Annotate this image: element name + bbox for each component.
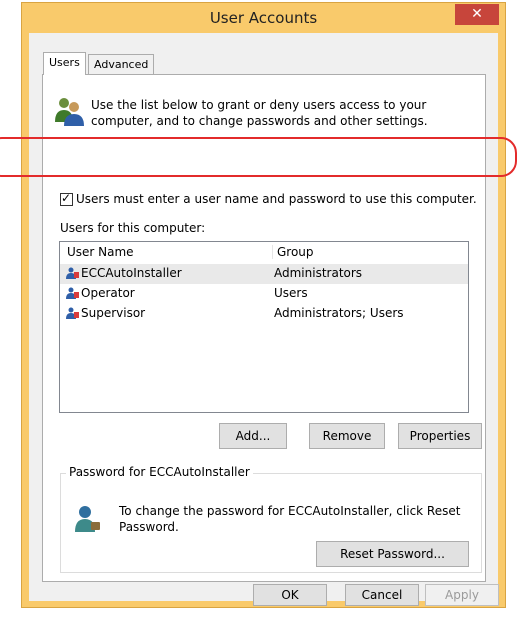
user-name-cell: Operator — [66, 286, 135, 300]
users-list-label: Users for this computer: — [60, 221, 206, 235]
list-header: User Name Group — [60, 242, 468, 264]
user-password-icon — [75, 506, 100, 532]
reset-password-button[interactable]: Reset Password... — [316, 541, 469, 567]
user-icon — [66, 287, 79, 299]
table-row[interactable]: ECCAutoInstaller Administrators — [60, 264, 468, 284]
window-title: User Accounts — [209, 9, 318, 27]
close-button[interactable]: ✕ — [455, 4, 499, 25]
users-listview[interactable]: User Name Group ECCAutoInstaller Adminis… — [59, 241, 469, 413]
dialog-client-area: Users Advanced Use the list below to gra… — [29, 33, 498, 601]
group-cell: Users — [274, 286, 308, 300]
column-header-user-name[interactable]: User Name — [67, 245, 134, 259]
group-cell: Administrators; Users — [274, 306, 404, 320]
password-instructions: To change the password for ECCAutoInstal… — [119, 504, 461, 534]
table-row[interactable]: Supervisor Administrators; Users — [60, 304, 468, 324]
group-cell: Administrators — [274, 266, 363, 280]
apply-button[interactable]: Apply — [425, 584, 499, 606]
users-tab-panel: Use the list below to grant or deny user… — [42, 74, 486, 582]
ok-button[interactable]: OK — [253, 584, 327, 606]
remove-user-button[interactable]: Remove — [309, 423, 385, 449]
user-icon — [66, 267, 79, 279]
intro-text: Use the list below to grant or deny user… — [91, 98, 428, 128]
user-accounts-window: User Accounts ✕ Users Advanced Use the l… — [21, 2, 506, 608]
users-icon — [55, 98, 84, 126]
require-login-checkbox[interactable] — [60, 191, 73, 206]
properties-button[interactable]: Properties — [398, 423, 482, 449]
tab-advanced[interactable]: Advanced — [88, 54, 155, 74]
add-user-button[interactable]: Add... — [219, 423, 287, 449]
tab-users[interactable]: Users — [43, 52, 86, 75]
user-name-cell: Supervisor — [66, 306, 145, 320]
table-row[interactable]: Operator Users — [60, 284, 468, 304]
user-name-cell: ECCAutoInstaller — [66, 266, 182, 280]
require-login-label[interactable]: Users must enter a user name and passwor… — [76, 192, 477, 206]
require-login-row[interactable]: Users must enter a user name and passwor… — [60, 191, 477, 206]
password-group-legend: Password for ECCAutoInstaller — [66, 465, 253, 479]
column-header-group[interactable]: Group — [272, 245, 314, 259]
cancel-button[interactable]: Cancel — [345, 584, 419, 606]
user-icon — [66, 307, 79, 319]
